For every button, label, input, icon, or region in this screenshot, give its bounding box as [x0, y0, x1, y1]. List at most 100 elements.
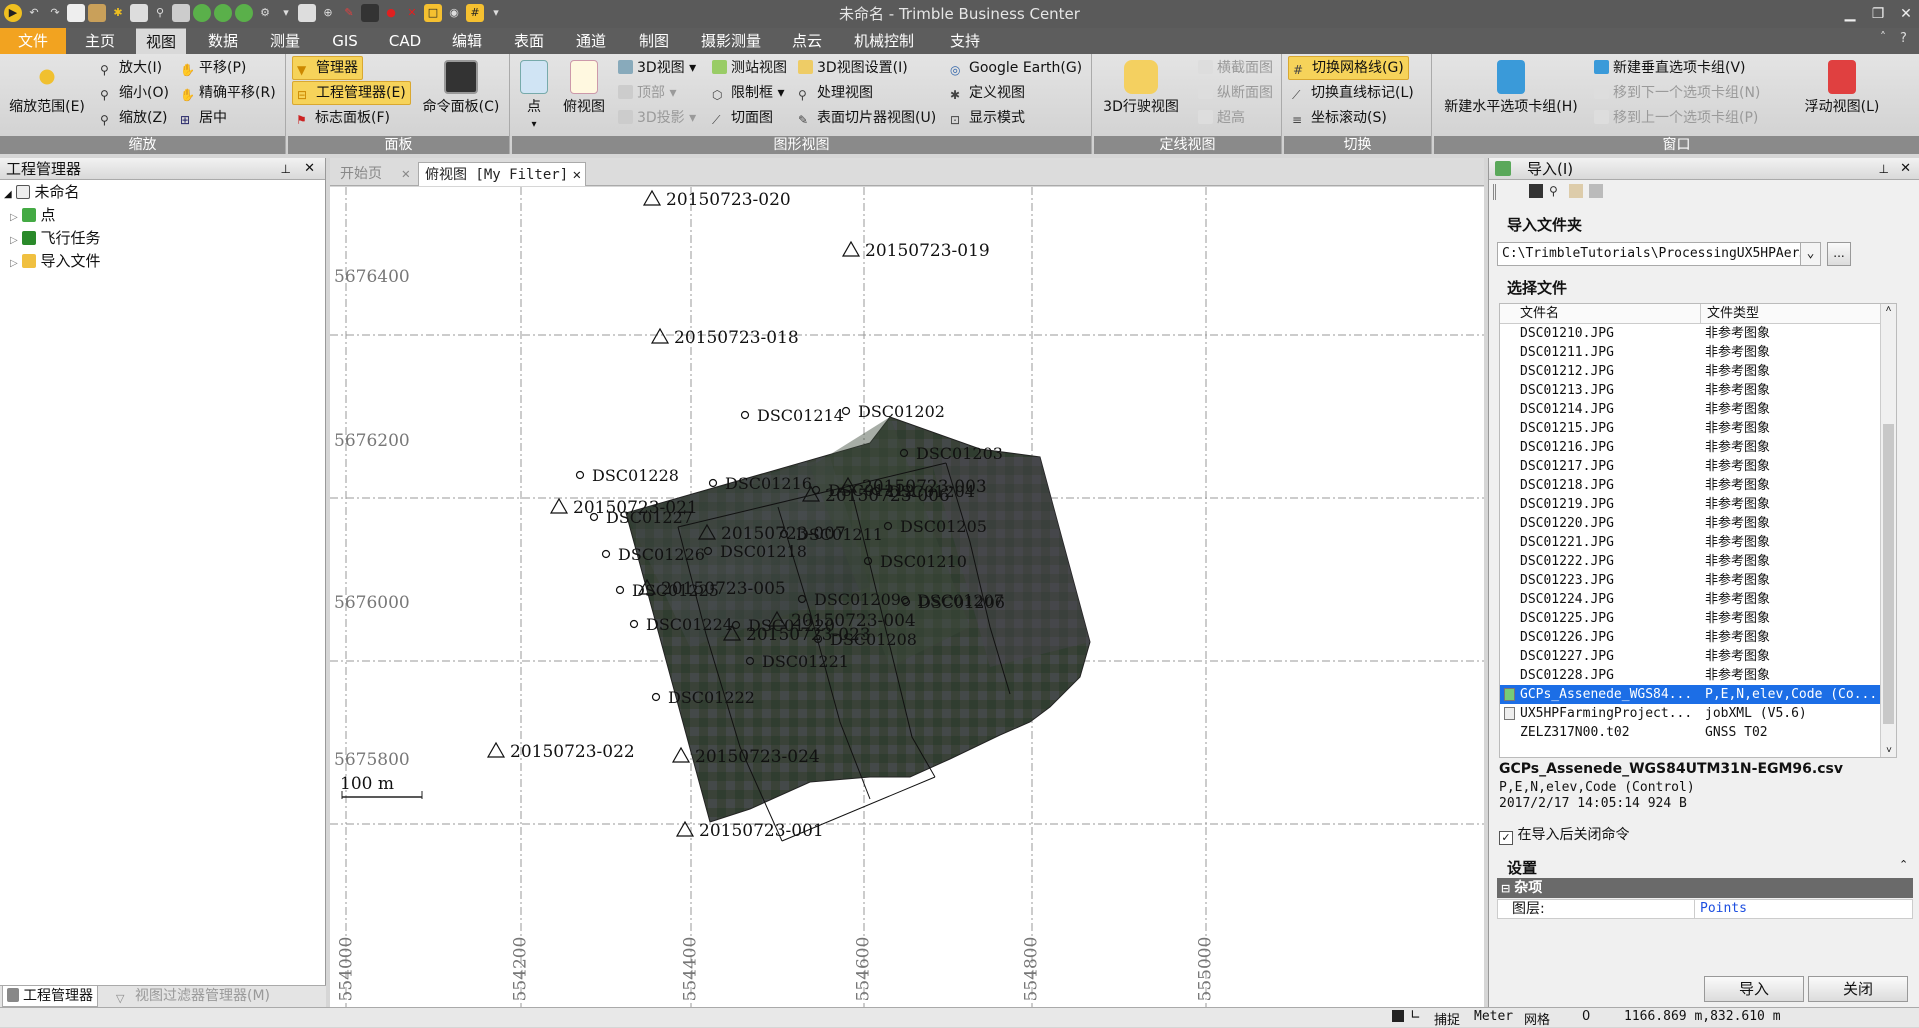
- file-row[interactable]: DSC01220.JPG 非参考图象: [1500, 514, 1896, 533]
- grid-icon[interactable]: #: [466, 4, 484, 22]
- settings-icon[interactable]: ✱: [109, 4, 127, 22]
- photo-station-label[interactable]: DSC01224: [646, 615, 733, 634]
- tab-project-manager[interactable]: 工程管理器: [2, 986, 98, 1007]
- pan-button[interactable]: ✋ 平移(P): [180, 56, 246, 80]
- tree-item-imported[interactable]: ▷ 导入文件: [4, 251, 325, 274]
- display-mode-button[interactable]: ⊡ 显示模式: [950, 106, 1025, 130]
- section-view-button[interactable]: ⟋ 切面图: [712, 106, 773, 130]
- plan-view-button[interactable]: 俯视图: [558, 60, 610, 116]
- minus-icon[interactable]: ⊟: [1501, 882, 1510, 895]
- save-icon[interactable]: [88, 4, 106, 22]
- control-point-marker[interactable]: [671, 746, 691, 763]
- photo-station-marker[interactable]: [601, 549, 611, 559]
- angle-icon[interactable]: ∟: [1410, 1008, 1421, 1023]
- tab-point-cloud[interactable]: 点云: [782, 28, 832, 54]
- file-row[interactable]: DSC01210.JPG 非参考图象: [1500, 324, 1896, 343]
- photo-station-label[interactable]: DSC01227: [606, 508, 693, 527]
- tab-view[interactable]: 视图: [136, 28, 186, 54]
- file-row[interactable]: GCPs_Assenede_WGS84... P,E,N,elev,Code (C…: [1500, 685, 1896, 704]
- customize-icon[interactable]: ▾: [487, 4, 505, 22]
- snap-icon[interactable]: [1392, 1010, 1404, 1022]
- terminal-icon[interactable]: [1529, 184, 1543, 198]
- collapse-settings-icon[interactable]: ⌃: [1899, 858, 1908, 871]
- refresh-icon[interactable]: [1589, 184, 1603, 198]
- control-point-marker[interactable]: [549, 497, 569, 514]
- tree-item-points[interactable]: ▷ 点: [4, 205, 325, 228]
- file-row[interactable]: DSC01225.JPG 非参考图象: [1500, 609, 1896, 628]
- control-point-label[interactable]: 20150723-020: [666, 190, 791, 210]
- tab-edit[interactable]: 编辑: [442, 28, 492, 54]
- file-row[interactable]: UX5HPFarmingProject... jobXML (V5.6): [1500, 704, 1896, 723]
- file-row[interactable]: DSC01219.JPG 非参考图象: [1500, 495, 1896, 514]
- close-panel-icon[interactable]: ✕: [1900, 158, 1911, 180]
- photo-station-label[interactable]: DSC01221: [762, 652, 849, 671]
- tab-file[interactable]: 文件: [0, 28, 66, 54]
- undo-icon[interactable]: ↶: [25, 4, 43, 22]
- chevron-down-icon[interactable]: ⌄: [1800, 243, 1820, 265]
- import-button[interactable]: 导入: [1704, 976, 1804, 1002]
- tab-drafting[interactable]: 制图: [628, 28, 680, 54]
- surface-slicer-button[interactable]: ✎ 表面切片器视图(U): [798, 106, 936, 130]
- misc-section-header[interactable]: ⊟ 杂项: [1497, 878, 1913, 898]
- target-icon[interactable]: ⊕: [319, 4, 337, 22]
- file-row[interactable]: ZELZ317N00.t02 GNSS T02: [1500, 723, 1896, 742]
- move-prev-group-button[interactable]: 移到上一个选项卡组(P): [1594, 106, 1758, 130]
- scroll-up-icon[interactable]: ˄: [1881, 304, 1896, 316]
- dropdown-icon[interactable]: ▾: [277, 4, 295, 22]
- tab-view-filter-manager[interactable]: ▽ 视图过滤器管理器(M): [112, 986, 274, 1007]
- photo-station-label[interactable]: DSC01222: [668, 688, 755, 707]
- new-vertical-group-button[interactable]: 新建垂直选项卡组(V): [1594, 56, 1746, 80]
- photo-station-label[interactable]: DSC01202: [858, 402, 945, 421]
- proj3d-button[interactable]: 3D投影 ▾: [618, 106, 696, 130]
- zoom-out-button[interactable]: ⚲ 缩小(O): [100, 81, 169, 105]
- file-row[interactable]: DSC01215.JPG 非参考图象: [1500, 419, 1896, 438]
- flag-panel-button[interactable]: ⚑ 标志面板(F): [296, 106, 390, 130]
- photo-station-label[interactable]: DSC01210: [880, 552, 967, 571]
- tab-plan-view[interactable]: 俯视图 [My Filter] ✕: [418, 162, 586, 186]
- globe2-icon[interactable]: [214, 4, 232, 22]
- file-list-scrollbar[interactable]: ˄ ˅: [1880, 304, 1896, 757]
- photo-station-marker[interactable]: [708, 478, 718, 488]
- photo-station-label[interactable]: DSC01228: [592, 466, 679, 485]
- photo-station-marker[interactable]: [629, 619, 639, 629]
- control-point-marker[interactable]: [486, 741, 506, 758]
- cross-section-button[interactable]: 横截面图: [1198, 56, 1273, 80]
- unit-label[interactable]: Meter: [1474, 1009, 1513, 1024]
- file-row[interactable]: DSC01213.JPG 非参考图象: [1500, 381, 1896, 400]
- close-tab-icon[interactable]: ✕: [573, 163, 581, 187]
- table-icon[interactable]: [172, 4, 190, 22]
- layer-row[interactable]: 图层: Points: [1497, 899, 1913, 919]
- control-point-label[interactable]: 20150723-018: [674, 328, 799, 348]
- control-point-label[interactable]: 20150723-022: [510, 742, 635, 762]
- manager-button[interactable]: ▼ 管理器: [292, 56, 363, 80]
- photo-station-label[interactable]: DSC01211: [796, 525, 883, 544]
- scroll-thumb[interactable]: [1883, 424, 1894, 724]
- tool-icon[interactable]: ⚙: [256, 4, 274, 22]
- globe3-icon[interactable]: [235, 4, 253, 22]
- collapse-ribbon-icon[interactable]: ˄: [1880, 30, 1886, 44]
- col-header-type[interactable]: 文件类型: [1700, 304, 1759, 324]
- new-horizontal-group-button[interactable]: 新建水平选项卡组(H): [1440, 60, 1582, 116]
- file-row[interactable]: DSC01224.JPG 非参考图象: [1500, 590, 1896, 609]
- photo-station-label[interactable]: DSC01218: [720, 542, 807, 561]
- pen-icon[interactable]: ✎: [340, 4, 358, 22]
- photo-station-label[interactable]: DSC01205: [900, 517, 987, 536]
- terminal-icon[interactable]: [361, 4, 379, 22]
- grid-label[interactable]: 网格: [1524, 1009, 1550, 1028]
- search-icon[interactable]: ⚲: [1549, 184, 1563, 198]
- delete-icon[interactable]: ✕: [403, 4, 421, 22]
- tab-cad[interactable]: CAD: [380, 28, 430, 54]
- control-point-marker[interactable]: [650, 327, 670, 344]
- control-point-label[interactable]: 20150723-001: [699, 821, 824, 841]
- file-row[interactable]: DSC01212.JPG 非参考图象: [1500, 362, 1896, 381]
- tab-corridor[interactable]: 通道: [566, 28, 616, 54]
- file-row[interactable]: DSC01221.JPG 非参考图象: [1500, 533, 1896, 552]
- help-icon[interactable]: ?: [1900, 31, 1907, 46]
- zoom-in-button[interactable]: ⚲ 放大(I): [100, 56, 162, 80]
- tree-item-flights[interactable]: ▷ 飞行任务: [4, 228, 325, 251]
- pin-icon[interactable]: ⊥: [1879, 158, 1889, 180]
- file-list[interactable]: 文件名 文件类型 DSC01210.JPG 非参考图象 DSC01211.JPG 非参…: [1499, 303, 1897, 758]
- tab-survey[interactable]: 测量: [260, 28, 310, 54]
- tab-data[interactable]: 数据: [198, 28, 248, 54]
- measure-icon[interactable]: ⚲: [151, 4, 169, 22]
